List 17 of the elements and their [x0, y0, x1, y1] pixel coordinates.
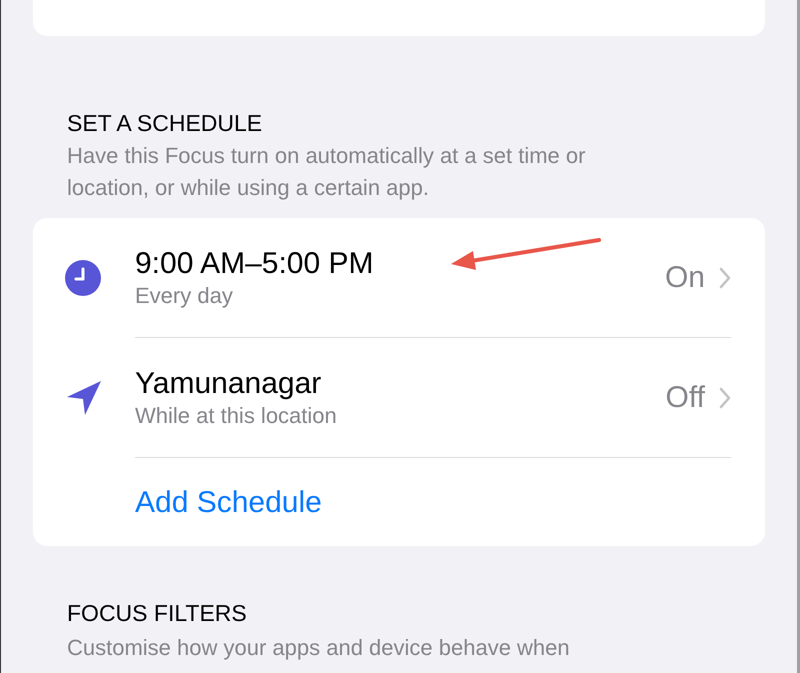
row-title: 9:00 AM–5:00 PM [135, 246, 374, 282]
status-value: Off [666, 380, 705, 416]
section-description: Have this Focus turn on automatically at a set time or location, or while using a certain app. [67, 142, 586, 202]
location-arrow-icon [65, 379, 103, 417]
row-subtitle: Every day [135, 282, 234, 310]
clock-icon [65, 260, 101, 296]
section-description: Customise how your apps and device behave when [67, 634, 571, 662]
chevron-right-icon [719, 386, 731, 408]
status-value: On [664, 260, 705, 296]
chevron-right-icon [719, 266, 731, 288]
section-heading: FOCUS FILTERS [67, 599, 248, 628]
row-title: Yamunanagar [135, 366, 322, 402]
section-heading: SET A SCHEDULE [67, 109, 264, 138]
schedule-row[interactable]: 9:00 AM–5:00 PM Every day On [33, 218, 765, 338]
row-subtitle: While at this location [135, 402, 338, 430]
schedule-row[interactable]: Yamunanagar While at this location Off [33, 338, 765, 458]
add-schedule-link[interactable]: Add Schedule [135, 480, 322, 524]
